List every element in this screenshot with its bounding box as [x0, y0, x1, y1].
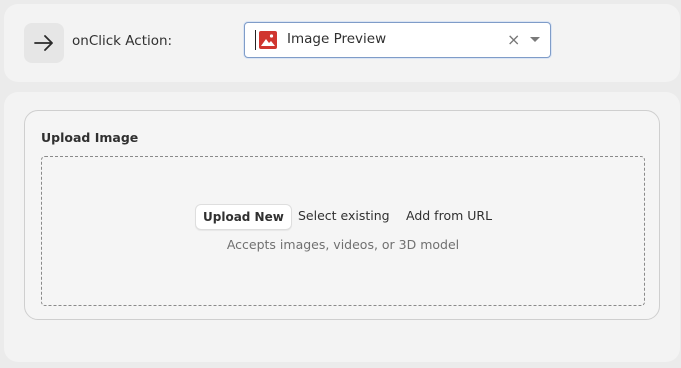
- text-caret: [255, 30, 256, 50]
- arrow-right-icon-graphic: [34, 35, 53, 51]
- onclick-action-label: onClick Action:: [72, 33, 173, 49]
- upload-panel: Upload Image Upload New Select existing …: [4, 92, 680, 362]
- upload-new-button[interactable]: Upload New: [195, 204, 292, 230]
- upload-image-card: Upload Image Upload New Select existing …: [24, 110, 660, 320]
- arrow-right-icon: [24, 23, 64, 63]
- clear-icon[interactable]: ×: [507, 30, 520, 50]
- accepts-hint: Accepts images, videos, or 3D model: [226, 237, 460, 252]
- add-from-url-link[interactable]: Add from URL: [406, 204, 492, 228]
- select-value: Image Preview: [287, 31, 387, 47]
- onclick-action-row: onClick Action: Image Preview ×: [4, 4, 680, 82]
- onclick-action-select[interactable]: Image Preview ×: [244, 22, 551, 58]
- chevron-down-icon[interactable]: [530, 37, 540, 42]
- upload-image-title: Upload Image: [41, 130, 139, 145]
- image-icon: [259, 31, 277, 49]
- upload-dropzone[interactable]: Upload New Select existing Add from URL …: [41, 156, 645, 306]
- select-existing-link[interactable]: Select existing: [298, 204, 390, 228]
